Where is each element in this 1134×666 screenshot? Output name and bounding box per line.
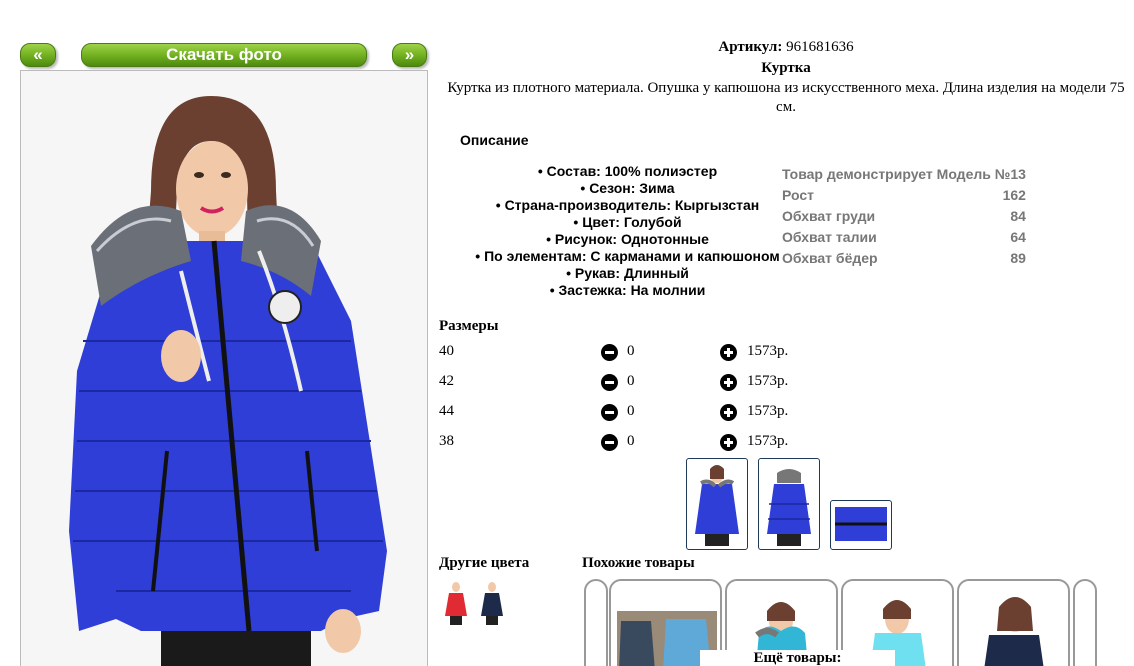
price-value: 1573р. [747,373,789,389]
model-row: Обхват талии 64 [782,227,1026,248]
thumbnail-detail[interactable] [830,500,892,550]
size-row: 38 0 1573р. [439,433,999,453]
quantity-value: 0 [627,343,635,359]
model-measurements-table: Товар демонстрирует Модель №13 Рост 162 О… [782,164,1026,269]
size-label: 44 [439,403,454,419]
model-label: Обхват груди [782,208,876,224]
plus-icon[interactable] [720,434,737,451]
navy-jacket-thumb [481,582,503,625]
previous-photo-button[interactable]: « [20,43,56,67]
next-photo-button[interactable]: » [392,43,427,67]
quantity-value: 0 [627,373,635,389]
size-row: 44 0 1573р. [439,403,999,423]
spec-item: Цвет: Голубой [440,214,815,231]
product-description: Куртка из плотного материала. Опушка у к… [447,80,1125,115]
size-label: 42 [439,373,454,389]
model-value: 84 [1010,208,1026,224]
article-line: Артикул: 961681636 [438,39,1134,56]
minus-icon[interactable] [601,404,618,421]
jacket-model-image [21,71,427,666]
model-title: Товар демонстрирует Модель №13 [782,166,1026,182]
model-value: 162 [1002,187,1026,203]
model-value: 64 [1010,229,1026,245]
model-label: Обхват талии [782,229,877,245]
model-label: Рост [782,187,814,203]
minus-icon[interactable] [601,344,618,361]
size-label: 38 [439,433,454,449]
spec-item: Сезон: Зима [440,180,815,197]
jacket-front-thumb [695,465,739,546]
spec-item: Страна-производитель: Кыргызстан [440,197,815,214]
price-value: 1573р. [747,433,789,449]
thumbnail-back[interactable] [758,458,820,550]
spec-item: По элементам: С карманами и капюшоном [440,248,815,265]
spec-list: Состав: 100% полиэстер Сезон: Зима Стран… [440,163,815,299]
download-photo-button[interactable]: Скачать фото [81,43,367,67]
product-title: Куртка [761,60,811,76]
price-value: 1573р. [747,343,789,359]
color-option-navy[interactable] [479,580,505,626]
plus-icon[interactable] [720,404,737,421]
quantity-value: 0 [627,433,635,449]
red-jacket-thumb [445,582,467,625]
jacket-fabric-thumb [835,507,887,541]
model-row: Обхват бёдер 89 [782,248,1026,269]
minus-icon[interactable] [601,434,618,451]
model-row: Обхват груди 84 [782,206,1026,227]
more-goods-heading: Ещё товары: [700,650,895,666]
sizes-heading: Размеры [439,318,499,334]
thumbnail-front[interactable] [686,458,748,550]
quantity-value: 0 [627,403,635,419]
size-label: 40 [439,343,454,359]
spec-item: Состав: 100% полиэстер [440,163,815,180]
article-number: 961681636 [786,39,854,55]
similar-products-heading: Похожие товары [582,555,695,571]
spec-item: Застежка: На молнии [440,282,815,299]
main-product-photo[interactable] [20,70,428,666]
spec-item: Рукав: Длинный [440,265,815,282]
plus-icon[interactable] [720,344,737,361]
plus-icon[interactable] [720,374,737,391]
similar-product-thumb [984,597,1044,666]
description-heading: Описание [460,132,529,148]
article-label: Артикул: [718,39,783,55]
spec-item: Рисунок: Однотонные [440,231,815,248]
model-row: Рост 162 [782,185,1026,206]
model-label: Обхват бёдер [782,250,878,266]
size-row: 42 0 1573р. [439,373,999,393]
other-colors-heading: Другие цвета [439,555,530,571]
jacket-back-thumb [767,469,811,546]
size-row: 40 0 1573р. [439,343,999,363]
similar-product-card[interactable] [957,579,1070,666]
minus-icon[interactable] [601,374,618,391]
similar-carousel-right-edge[interactable] [1073,579,1097,666]
model-value: 89 [1010,250,1026,266]
similar-carousel-left-edge[interactable] [584,579,608,666]
color-option-red[interactable] [443,580,469,626]
price-value: 1573р. [747,403,789,419]
